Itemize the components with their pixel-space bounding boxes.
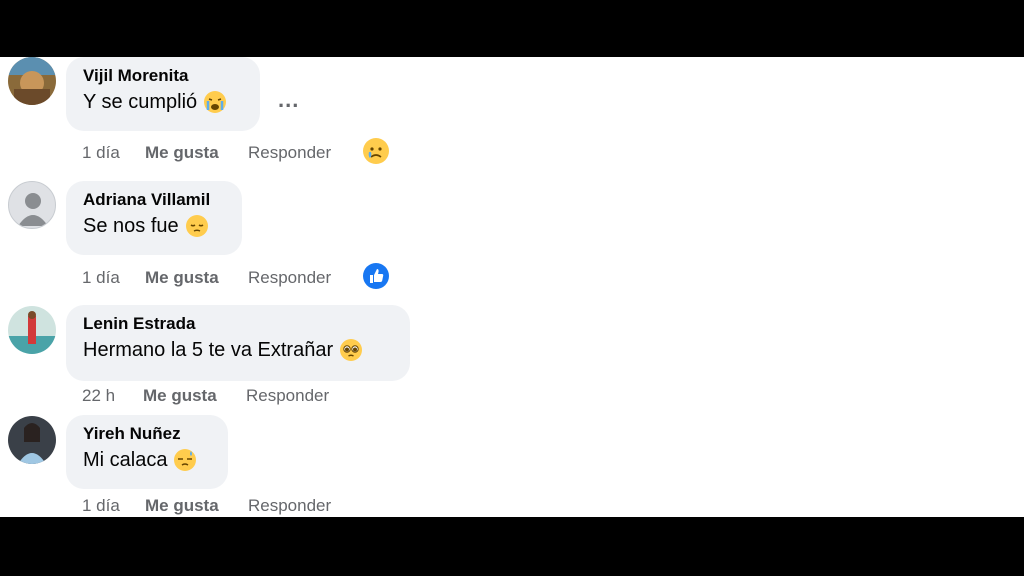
avatar[interactable] [8,181,56,229]
disappointed-relieved-face-icon [174,449,197,471]
comment-text-row: Mi calaca [83,447,211,473]
more-options-button[interactable]: ... [278,87,299,113]
like-button[interactable]: Me gusta [143,386,217,406]
reply-button[interactable]: Responder [246,386,329,406]
comment-bubble: Lenin Estrada Hermano la 5 te va Extraña… [66,305,410,381]
comment-author[interactable]: Vijil Morenita [83,65,243,87]
comment-text: Y se cumplió [83,91,198,113]
comment-text-row: Y se cumplió [83,89,243,115]
comment-time[interactable]: 1 día [82,268,120,288]
like-button[interactable]: Me gusta [145,496,219,516]
letterbox-bottom [0,517,1024,576]
comment-bubble: Yireh Nuñez Mi calaca [66,415,228,489]
comment-time[interactable]: 22 h [82,386,115,406]
reply-button[interactable]: Responder [248,143,331,163]
comment-author[interactable]: Lenin Estrada [83,313,393,335]
comment-text-row: Se nos fue [83,213,225,239]
pensive-face-icon [185,215,208,237]
letterbox-top [0,0,1024,57]
comment-author[interactable]: Yireh Nuñez [83,423,211,445]
comment-author[interactable]: Adriana Villamil [83,189,225,211]
pleading-face-icon [340,339,363,361]
avatar[interactable] [8,306,56,354]
reply-button[interactable]: Responder [248,496,331,516]
avatar[interactable] [8,416,56,464]
comment-bubble: Vijil Morenita Y se cumplió [66,57,260,131]
default-avatar-icon [18,193,48,226]
like-button[interactable]: Me gusta [145,143,219,163]
crying-face-icon [204,91,227,113]
comment-text: Se nos fue [83,215,179,237]
avatar[interactable] [8,57,56,105]
comment-time[interactable]: 1 día [82,143,120,163]
comment-time[interactable]: 1 día [82,496,120,516]
sad-reaction-icon[interactable] [362,137,390,165]
comment-text: Mi calaca [83,449,168,471]
like-button[interactable]: Me gusta [145,268,219,288]
comment-text-row: Hermano la 5 te va Extrañar [83,337,393,363]
comment-bubble: Adriana Villamil Se nos fue [66,181,242,255]
comment-text: Hermano la 5 te va Extrañar [83,339,334,361]
reply-button[interactable]: Responder [248,268,331,288]
comments-panel: Vijil Morenita Y se cumplió ... 1 día Me… [0,57,1024,517]
like-reaction-icon[interactable] [362,262,390,290]
